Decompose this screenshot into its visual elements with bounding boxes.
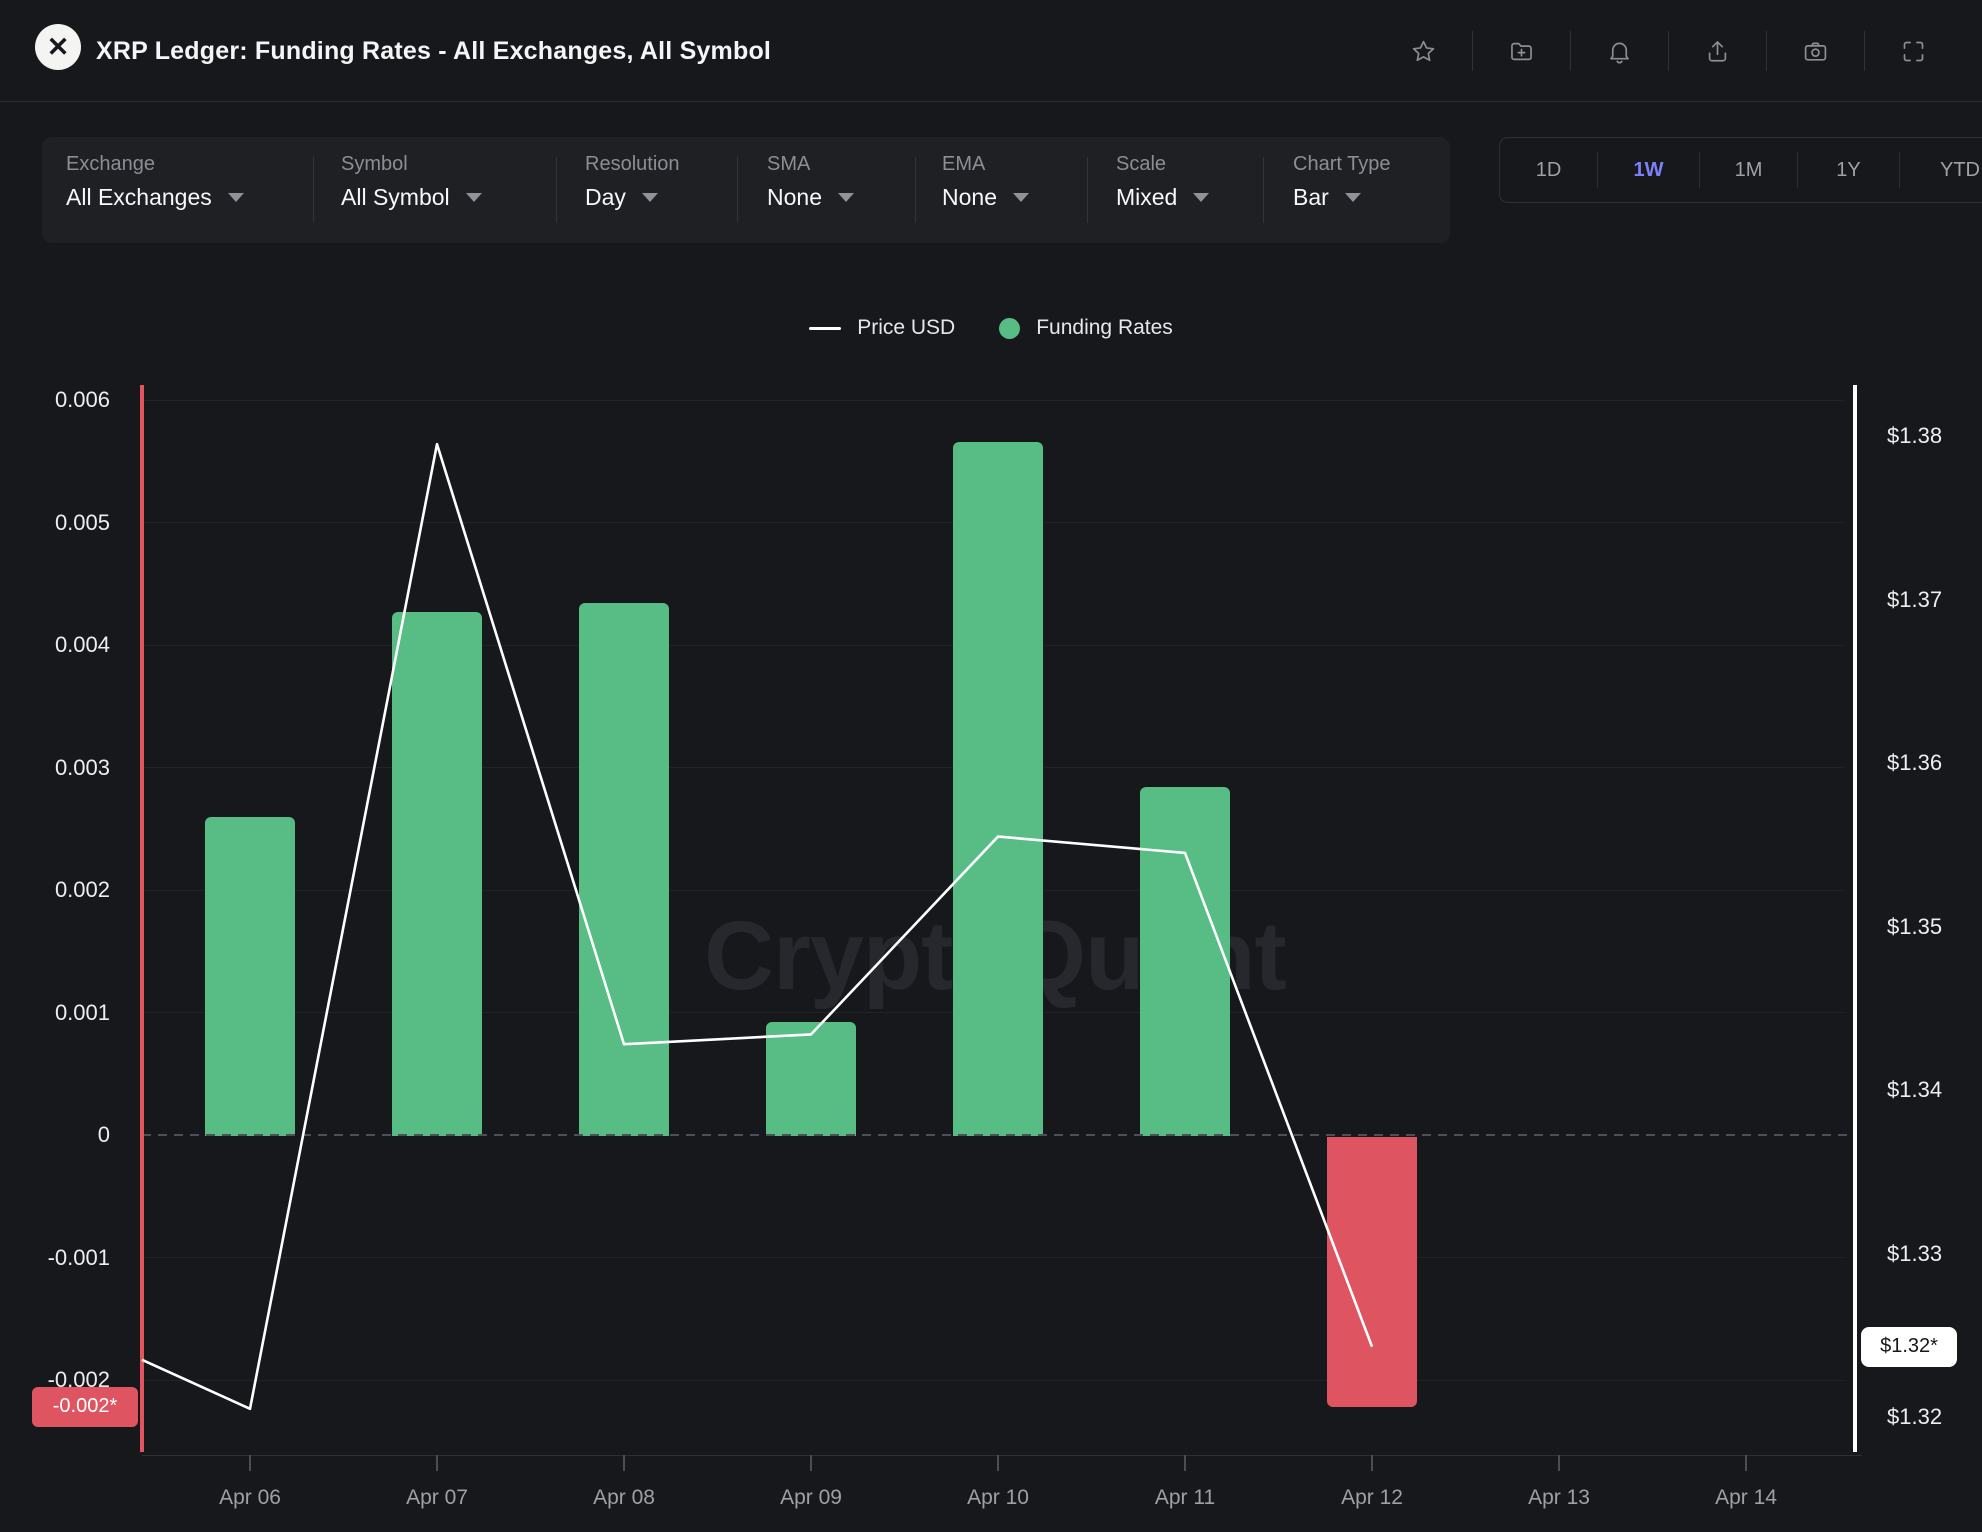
x-axis-tick xyxy=(1558,1455,1560,1471)
x-axis-date-label: Apr 10 xyxy=(928,1486,1068,1510)
x-axis-tick xyxy=(997,1455,999,1471)
x-axis-tick xyxy=(1184,1455,1186,1471)
x-axis-tick xyxy=(249,1455,251,1471)
x-axis-baseline xyxy=(142,1455,1862,1456)
left-current-value-badge: -0.002* xyxy=(32,1387,138,1427)
right-axis-tick-label: $1.33 xyxy=(1887,1241,1942,1267)
left-axis-tick-label: 0 xyxy=(10,1122,110,1148)
left-axis-tick-label: 0.005 xyxy=(10,510,110,536)
funding-rate-bar[interactable] xyxy=(579,603,669,1136)
x-axis-tick xyxy=(436,1455,438,1471)
right-axis-tick-label: $1.32 xyxy=(1887,1404,1942,1430)
x-axis-tick xyxy=(1371,1455,1373,1471)
funding-rate-bar[interactable] xyxy=(953,442,1043,1136)
right-current-value-badge: $1.32* xyxy=(1861,1327,1957,1367)
x-axis-tick xyxy=(1745,1455,1747,1471)
right-price-axis-line xyxy=(1853,385,1857,1452)
h-gridline xyxy=(142,1257,1845,1258)
left-axis-tick-label: 0.003 xyxy=(10,755,110,781)
x-axis-date-label: Apr 08 xyxy=(554,1486,694,1510)
x-axis-date-label: Apr 06 xyxy=(180,1486,320,1510)
x-axis-date-label: Apr 12 xyxy=(1302,1486,1442,1510)
chart-plot-area: CryptoQuant 0.0060.0050.0040.0030.0020.0… xyxy=(0,0,1982,1532)
x-axis-tick xyxy=(623,1455,625,1471)
x-axis-date-label: Apr 14 xyxy=(1676,1486,1816,1510)
h-gridline xyxy=(142,400,1845,401)
zero-dashed-line xyxy=(142,1134,1850,1136)
right-axis-tick-label: $1.34 xyxy=(1887,1077,1942,1103)
left-axis-tick-label: 0.006 xyxy=(10,387,110,413)
right-axis-tick-label: $1.36 xyxy=(1887,750,1942,776)
right-axis-tick-label: $1.38 xyxy=(1887,423,1942,449)
left-price-axis-line xyxy=(140,385,144,1452)
funding-rate-bar[interactable] xyxy=(205,817,295,1137)
h-gridline xyxy=(142,1380,1845,1381)
x-axis-date-label: Apr 13 xyxy=(1489,1486,1629,1510)
funding-rate-bar[interactable] xyxy=(1140,787,1230,1136)
right-axis-tick-label: $1.37 xyxy=(1887,587,1942,613)
left-axis-tick-label: -0.001 xyxy=(10,1245,110,1271)
x-axis-tick xyxy=(810,1455,812,1471)
x-axis-date-label: Apr 11 xyxy=(1115,1486,1255,1510)
funding-rate-bar-negative[interactable] xyxy=(1327,1137,1417,1407)
x-axis-date-label: Apr 07 xyxy=(367,1486,507,1510)
funding-rate-bar[interactable] xyxy=(766,1022,856,1136)
funding-rate-bar[interactable] xyxy=(392,612,482,1136)
left-axis-tick-label: 0.002 xyxy=(10,877,110,903)
left-axis-tick-label: 0.004 xyxy=(10,632,110,658)
right-axis-tick-label: $1.35 xyxy=(1887,914,1942,940)
left-axis-tick-label: 0.001 xyxy=(10,1000,110,1026)
x-axis-date-label: Apr 09 xyxy=(741,1486,881,1510)
